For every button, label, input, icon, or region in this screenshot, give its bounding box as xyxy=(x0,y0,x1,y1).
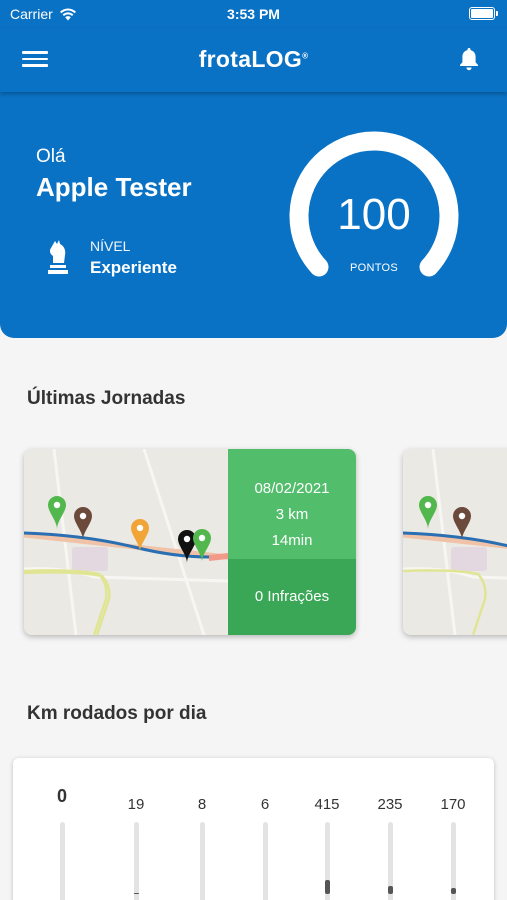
bar[interactable] xyxy=(134,893,139,894)
bar-track xyxy=(200,822,205,900)
bar-track xyxy=(60,822,65,900)
bar-value-label: 170 xyxy=(440,796,466,813)
score-value: 100 xyxy=(337,190,411,239)
bar-value-label: 0 xyxy=(56,786,67,806)
journey-duration: 14min xyxy=(271,532,313,549)
app-screen: Carrier 3:53 PM frotaLOG® Olá Apple Test… xyxy=(0,0,507,900)
journey-card[interactable]: 08/02/2021 3 km 14min 0 Infrações xyxy=(24,449,356,635)
bar-value-label: 19 xyxy=(127,796,145,813)
profile-hero: Olá Apple Tester NÍVEL Experiente 100 PO… xyxy=(0,92,507,338)
app-logo: frotaLOG® xyxy=(198,46,309,72)
bar-value-label: 8 xyxy=(197,796,207,813)
battery-tip xyxy=(496,11,498,16)
km-chart-title: Km rodados por dia xyxy=(27,703,207,724)
journey-date: 08/02/2021 xyxy=(254,480,330,497)
bar-track xyxy=(134,822,139,900)
bar-value-label: 415 xyxy=(314,796,340,813)
km-bar-chart: 0 19 8 6 415 235 170 xyxy=(13,758,494,900)
status-bar: Carrier 3:53 PM xyxy=(0,0,507,28)
score-label: PONTOS xyxy=(349,262,399,274)
bar[interactable] xyxy=(325,880,330,894)
nav-bar: frotaLOG® xyxy=(0,28,507,92)
journey-infractions: 0 Infrações xyxy=(228,559,356,635)
bell-icon[interactable] xyxy=(457,46,481,72)
route-map xyxy=(24,449,228,635)
user-name: Apple Tester xyxy=(36,172,192,202)
journey-distance: 3 km xyxy=(275,506,309,523)
battery-icon xyxy=(469,7,495,20)
greeting-text: Olá xyxy=(36,146,66,167)
level-label: NÍVEL xyxy=(90,238,131,254)
journey-summary: 08/02/2021 3 km 14min xyxy=(228,449,356,559)
bar-value-label: 235 xyxy=(377,796,403,813)
route-map-next xyxy=(403,449,507,635)
bar-track xyxy=(263,822,268,900)
journeys-title: Últimas Jornadas xyxy=(27,388,186,409)
level-value: Experiente xyxy=(90,258,177,277)
bar[interactable] xyxy=(388,886,393,894)
journey-card-next[interactable] xyxy=(403,449,507,635)
chess-knight-icon xyxy=(48,240,68,274)
bar[interactable] xyxy=(451,888,456,894)
status-time: 3:53 PM xyxy=(227,6,280,22)
bar-value-label: 6 xyxy=(260,796,270,813)
